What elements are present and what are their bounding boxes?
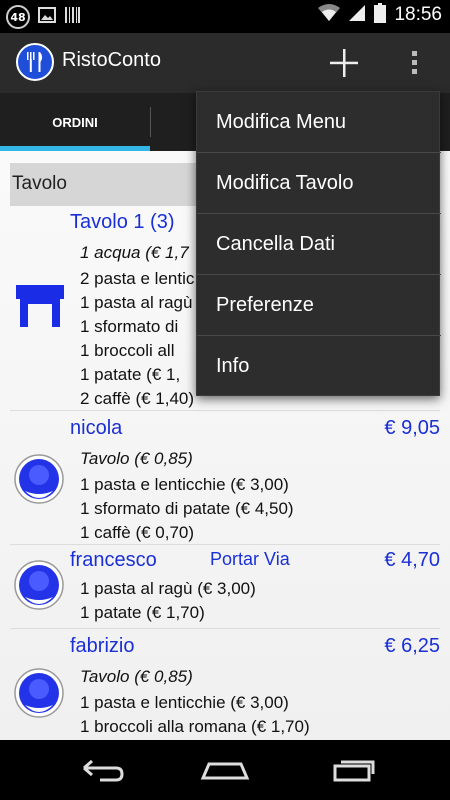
- order-line: 1 sformato di: [80, 317, 179, 336]
- order-line: 1 pasta e lenticchie (€ 3,00): [80, 475, 289, 494]
- order-line: 1 sformato di patate (€ 4,50): [80, 499, 294, 518]
- order-line: 1 pasta al ragù (€ 3,00): [80, 579, 256, 598]
- app-title: RistoConto: [62, 49, 161, 71]
- order-name: Tavolo 1 (3): [70, 211, 175, 233]
- order-line: 2 pasta e lentic: [80, 269, 195, 288]
- wifi-icon: [318, 4, 341, 26]
- notification-icons: 48: [6, 5, 80, 29]
- person-icon: [14, 557, 64, 610]
- table-icon: [14, 283, 66, 329]
- order-line: Tavolo (€ 0,85): [80, 449, 193, 468]
- order-item-francesco[interactable]: francesco Portar Via € 4,70 1 pasta al r…: [10, 549, 440, 629]
- notification-count-icon: 48: [6, 5, 30, 29]
- divider: [10, 544, 440, 545]
- order-line: 1 acqua (€ 1,7: [80, 243, 189, 262]
- divider: [10, 628, 440, 629]
- order-line: 1 pasta al ragù: [80, 293, 193, 312]
- back-icon[interactable]: [70, 750, 130, 790]
- order-line: 1 patate (€ 1,70): [80, 603, 205, 622]
- person-icon: [14, 665, 64, 718]
- menu-item-info[interactable]: Info: [197, 336, 441, 397]
- order-total: € 4,70: [384, 549, 440, 571]
- tab-divider: [150, 107, 151, 137]
- menu-item-label: Preferenze: [216, 294, 314, 316]
- order-item-nicola[interactable]: nicola € 9,05 Tavolo (€ 0,85) 1 pasta e …: [10, 417, 440, 542]
- add-icon[interactable]: [322, 43, 366, 83]
- system-status-icons: 18:56: [318, 3, 442, 27]
- menu-item-preferenze[interactable]: Preferenze: [197, 275, 441, 336]
- menu-item-label: Modifica Menu: [216, 111, 347, 133]
- menu-item-modifica-menu[interactable]: Modifica Menu: [197, 92, 441, 153]
- order-name: fabrizio: [70, 635, 135, 657]
- order-line: 1 broccoli alla romana (€ 1,70): [80, 717, 310, 736]
- divider: [10, 410, 440, 411]
- recent-apps-icon[interactable]: [325, 750, 385, 790]
- order-item-fabrizio[interactable]: fabrizio € 6,25 Tavolo (€ 0,85) 1 pasta …: [10, 635, 440, 740]
- image-icon: [38, 7, 56, 27]
- order-line: Tavolo (€ 0,85): [80, 667, 193, 686]
- status-bar: 48 18:56: [0, 0, 450, 33]
- menu-item-cancella-dati[interactable]: Cancella Dati: [197, 214, 441, 275]
- order-total: € 6,25: [384, 635, 440, 657]
- order-name: francesco: [70, 549, 157, 571]
- menu-item-label: Modifica Tavolo: [216, 172, 354, 194]
- order-line: 1 pasta e lenticchie (€ 3,00): [80, 693, 289, 712]
- menu-item-label: Cancella Dati: [216, 233, 335, 255]
- order-line: 2 caffè (€ 1,40): [80, 389, 195, 408]
- overflow-menu-icon[interactable]: [400, 45, 430, 81]
- takeaway-label: Portar Via: [210, 549, 290, 569]
- overflow-menu: Modifica Menu Modifica Tavolo Cancella D…: [196, 91, 441, 397]
- section-header-label: Tavolo: [12, 173, 67, 194]
- signal-icon: [348, 4, 366, 26]
- home-icon[interactable]: [195, 750, 255, 790]
- menu-item-label: Info: [216, 355, 250, 377]
- barcode-icon: [64, 6, 80, 28]
- order-total: € 9,05: [384, 417, 440, 439]
- order-line: 1 caffè (€ 0,70): [80, 523, 195, 542]
- menu-item-modifica-tavolo[interactable]: Modifica Tavolo: [197, 153, 441, 214]
- order-line: 1 broccoli all: [80, 341, 175, 360]
- clock: 18:56: [394, 4, 442, 25]
- tab-label: ORDINI: [52, 114, 98, 130]
- navigation-bar: [0, 740, 450, 800]
- tab-ordini[interactable]: ORDINI: [0, 93, 150, 151]
- battery-icon: [374, 3, 387, 27]
- action-bar: RistoConto: [0, 33, 450, 93]
- order-name: nicola: [70, 417, 123, 439]
- person-icon: [14, 451, 64, 504]
- order-line: 1 patate (€ 1,: [80, 365, 181, 384]
- restaurant-icon[interactable]: [16, 43, 54, 81]
